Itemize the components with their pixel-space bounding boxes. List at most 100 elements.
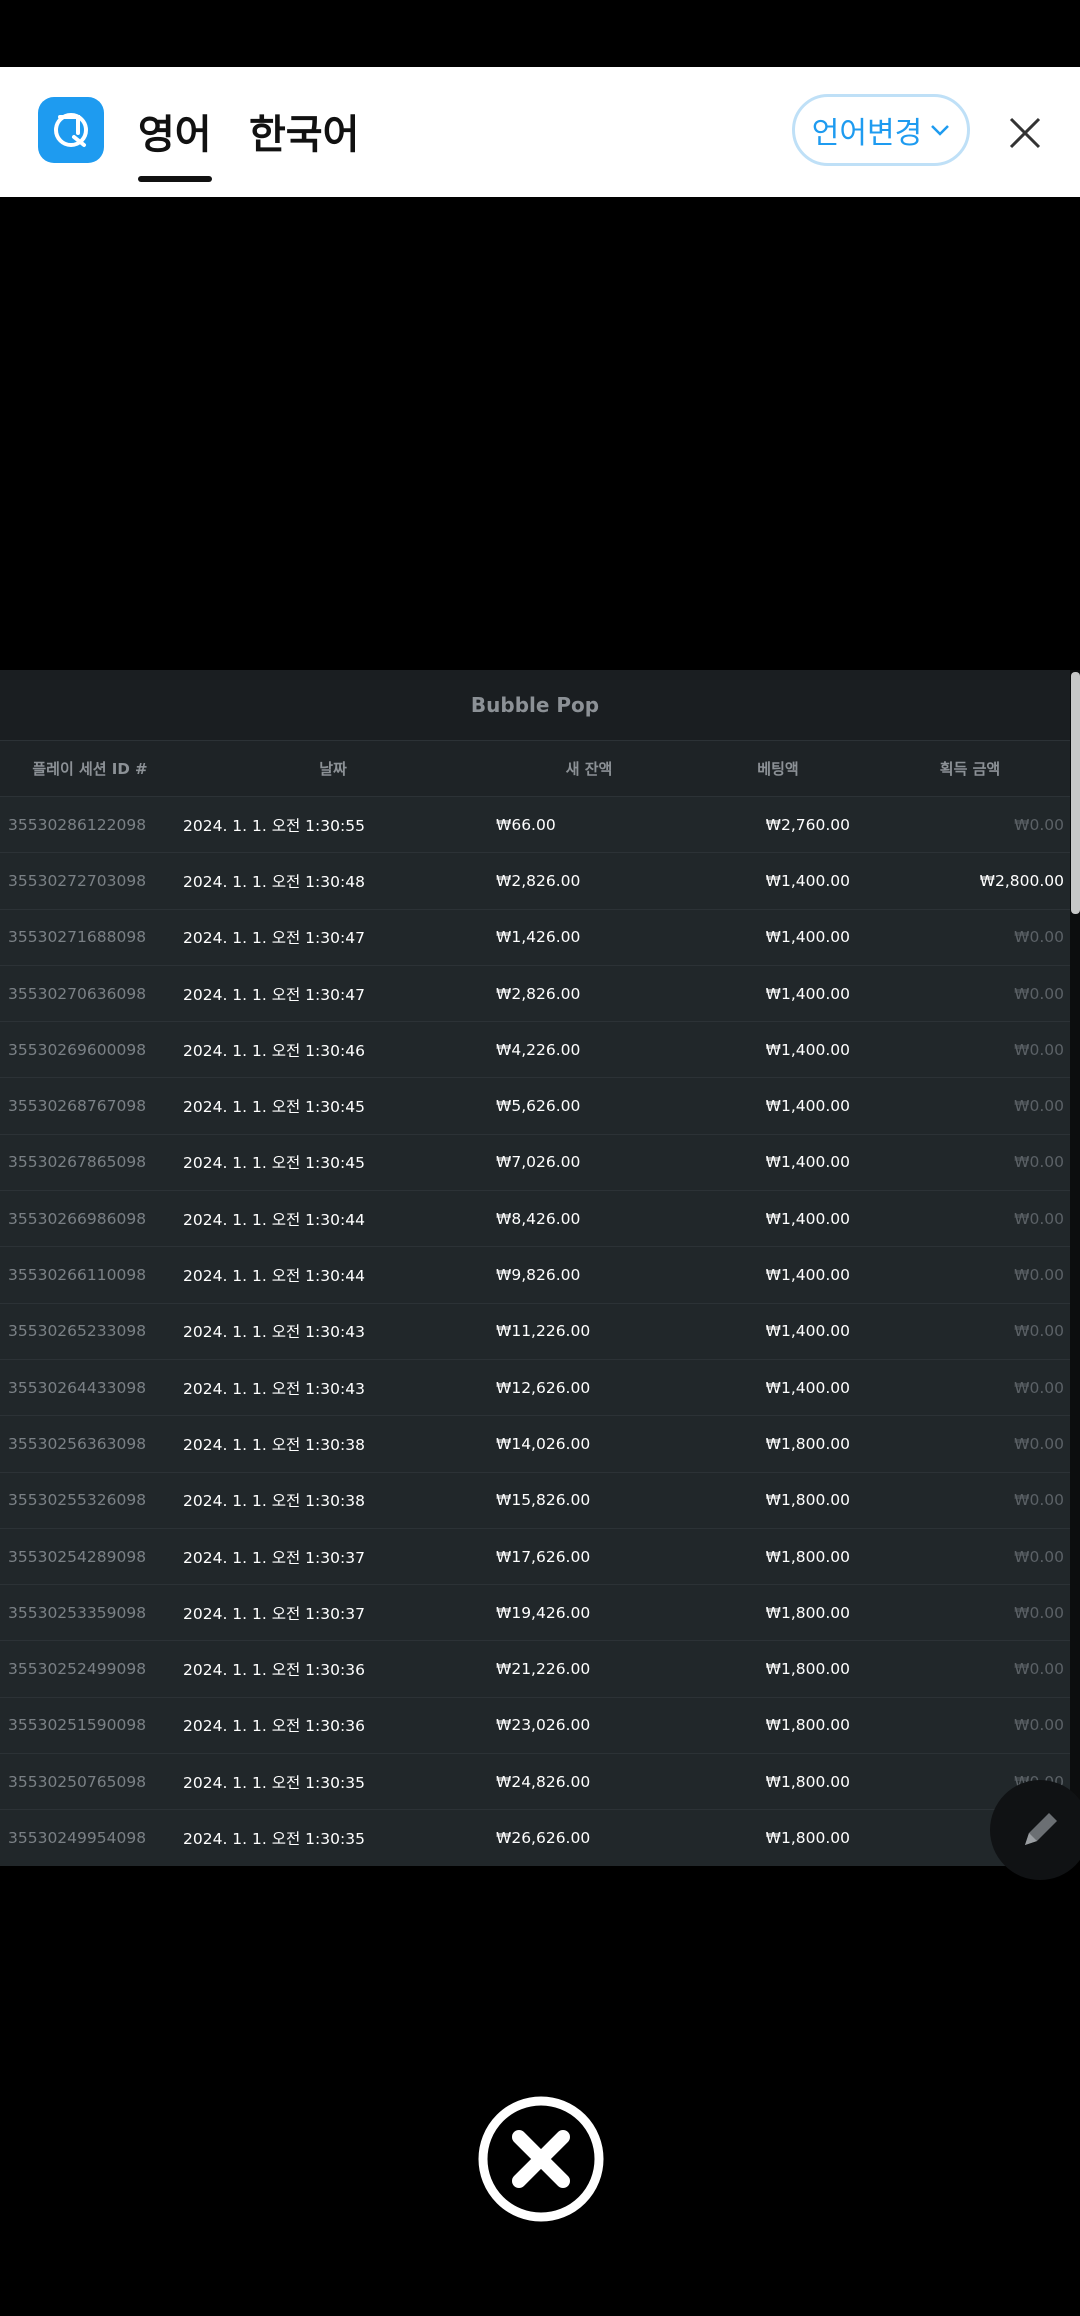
session-id-cell: 35530250765098: [8, 1772, 147, 1791]
change-language-button[interactable]: 언어변경: [792, 94, 970, 166]
date-cell: 2024. 1. 1. 오전 1:30:36: [183, 1717, 365, 1736]
date-cell: 2024. 1. 1. 오전 1:30:47: [183, 985, 365, 1004]
header-balance: 새 잔액: [565, 760, 613, 778]
win-cell: ₩0.00: [1014, 1378, 1064, 1397]
session-id-cell: 35530268767098: [8, 1097, 147, 1116]
win-cell: ₩0.00: [1014, 928, 1064, 947]
session-id-cell: 35530252499098: [8, 1660, 147, 1679]
session-id-cell: 35530286122098: [8, 815, 147, 834]
date-cell: 2024. 1. 1. 오전 1:30:38: [183, 1492, 365, 1511]
table-row: 35530266110098 2024. 1. 1. 오전 1:30:44 ₩9…: [0, 1246, 1070, 1303]
balance-cell: ₩8,426.00: [496, 1209, 581, 1228]
tab-target-language[interactable]: 한국어: [249, 102, 359, 160]
balance-cell: ₩24,826.00: [496, 1772, 591, 1791]
bet-cell: ₩1,400.00: [765, 1040, 850, 1059]
balance-cell: ₩9,826.00: [496, 1266, 581, 1285]
session-id-cell: 35530251590098: [8, 1716, 147, 1735]
balance-cell: ₩7,026.00: [496, 1153, 581, 1172]
bet-cell: ₩1,800.00: [765, 1716, 850, 1735]
balance-cell: ₩14,026.00: [496, 1434, 591, 1453]
win-cell: ₩0.00: [1014, 1434, 1064, 1453]
balance-cell: ₩5,626.00: [496, 1097, 581, 1116]
table-row: 35530267865098 2024. 1. 1. 오전 1:30:45 ₩7…: [0, 1133, 1070, 1191]
session-id-cell: 35530272703098: [8, 871, 147, 890]
bet-cell: ₩1,800.00: [765, 1434, 850, 1453]
session-id-cell: 35530266110098: [8, 1266, 147, 1285]
table-row: 35530249954098 2024. 1. 1. 오전 1:30:35 ₩2…: [0, 1809, 1070, 1866]
date-cell: 2024. 1. 1. 오전 1:30:38: [183, 1435, 365, 1454]
session-id-cell: 35530266986098: [8, 1209, 147, 1228]
balance-cell: ₩11,226.00: [496, 1322, 591, 1341]
balance-cell: ₩2,826.00: [496, 871, 581, 890]
balance-cell: ₩1,426.00: [496, 928, 581, 947]
bet-cell: ₩1,400.00: [765, 871, 850, 890]
win-cell: ₩0.00: [1014, 1097, 1064, 1116]
tab-source-language[interactable]: 영어: [138, 102, 212, 182]
header-date: 날짜: [319, 760, 347, 778]
date-cell: 2024. 1. 1. 오전 1:30:37: [183, 1548, 365, 1567]
session-id-cell: 35530265233098: [8, 1322, 147, 1341]
win-cell: ₩0.00: [1014, 815, 1064, 834]
win-cell: ₩2,800.00: [979, 871, 1064, 890]
table-row: 35530251590098 2024. 1. 1. 오전 1:30:36 ₩2…: [0, 1696, 1070, 1754]
close-icon[interactable]: [1005, 113, 1045, 153]
balance-cell: ₩66.00: [496, 815, 556, 834]
close-circle-icon[interactable]: [477, 2095, 605, 2223]
date-cell: 2024. 1. 1. 오전 1:30:44: [183, 1210, 365, 1229]
date-cell: 2024. 1. 1. 오전 1:30:37: [183, 1604, 365, 1623]
header-win: 획득 금액: [939, 760, 1001, 778]
balance-cell: ₩2,826.00: [496, 984, 581, 1003]
table-row: 35530269600098 2024. 1. 1. 오전 1:30:46 ₩4…: [0, 1021, 1070, 1078]
balance-cell: ₩4,226.00: [496, 1040, 581, 1059]
session-id-cell: 35530256363098: [8, 1434, 147, 1453]
header-bet: 베팅액: [757, 760, 799, 778]
balance-cell: ₩23,026.00: [496, 1716, 591, 1735]
balance-cell: ₩15,826.00: [496, 1491, 591, 1510]
win-cell: ₩0.00: [1014, 1716, 1064, 1735]
bet-history-panel: Bubble Pop 플레이 세션 ID # 날짜 새 잔액 베팅액 획득 금액…: [0, 670, 1070, 1866]
session-id-cell: 35530269600098: [8, 1040, 147, 1059]
win-cell: ₩0.00: [1014, 1660, 1064, 1679]
bet-cell: ₩1,400.00: [765, 1209, 850, 1228]
table-row: 35530271688098 2024. 1. 1. 오전 1:30:47 ₩1…: [0, 908, 1070, 965]
table-row: 35530256363098 2024. 1. 1. 오전 1:30:38 ₩1…: [0, 1415, 1070, 1472]
table-row: 35530264433098 2024. 1. 1. 오전 1:30:43 ₩1…: [0, 1358, 1070, 1416]
date-cell: 2024. 1. 1. 오전 1:30:55: [183, 816, 365, 835]
date-cell: 2024. 1. 1. 오전 1:30:36: [183, 1661, 365, 1680]
win-cell: ₩0.00: [1014, 1266, 1064, 1285]
pencil-icon[interactable]: [990, 1780, 1080, 1880]
table-row: 35530265233098 2024. 1. 1. 오전 1:30:43 ₩1…: [0, 1302, 1070, 1359]
date-cell: 2024. 1. 1. 오전 1:30:43: [183, 1323, 365, 1342]
table-body: 35530286122098 2024. 1. 1. 오전 1:30:55 ₩6…: [0, 796, 1070, 1866]
date-cell: 2024. 1. 1. 오전 1:30:46: [183, 1041, 365, 1060]
translate-app-icon[interactable]: [38, 97, 104, 163]
translation-bar: 영어 한국어 언어변경: [0, 67, 1080, 197]
table-row: 35530272703098 2024. 1. 1. 오전 1:30:48 ₩2…: [0, 852, 1070, 909]
table-row: 35530266986098 2024. 1. 1. 오전 1:30:44 ₩8…: [0, 1190, 1070, 1247]
game-title: Bubble Pop: [0, 670, 1070, 740]
win-cell: ₩0.00: [1014, 1153, 1064, 1172]
table-row: 35530268767098 2024. 1. 1. 오전 1:30:45 ₩5…: [0, 1077, 1070, 1134]
bet-cell: ₩1,400.00: [765, 1097, 850, 1116]
bet-cell: ₩1,400.00: [765, 1322, 850, 1341]
win-cell: ₩0.00: [1014, 1040, 1064, 1059]
table-row: 35530250765098 2024. 1. 1. 오전 1:30:35 ₩2…: [0, 1753, 1070, 1810]
balance-cell: ₩17,626.00: [496, 1547, 591, 1566]
win-cell: ₩0.00: [1014, 1547, 1064, 1566]
table-header: 플레이 세션 ID # 날짜 새 잔액 베팅액 획득 금액: [0, 740, 1070, 796]
win-cell: ₩0.00: [1014, 1209, 1064, 1228]
balance-cell: ₩21,226.00: [496, 1660, 591, 1679]
date-cell: 2024. 1. 1. 오전 1:30:35: [183, 1829, 365, 1848]
table-row: 35530252499098 2024. 1. 1. 오전 1:30:36 ₩2…: [0, 1640, 1070, 1697]
bet-cell: ₩1,800.00: [765, 1547, 850, 1566]
session-id-cell: 35530270636098: [8, 984, 147, 1003]
bet-cell: ₩1,400.00: [765, 1266, 850, 1285]
session-id-cell: 35530255326098: [8, 1491, 147, 1510]
table-row: 35530254289098 2024. 1. 1. 오전 1:30:37 ₩1…: [0, 1527, 1070, 1585]
bet-cell: ₩1,400.00: [765, 1153, 850, 1172]
header-session-id: 플레이 세션 ID #: [32, 760, 148, 778]
bet-cell: ₩1,800.00: [765, 1772, 850, 1791]
scrollbar-thumb[interactable]: [1071, 672, 1080, 914]
bet-cell: ₩2,760.00: [765, 815, 850, 834]
bet-cell: ₩1,400.00: [765, 1378, 850, 1397]
